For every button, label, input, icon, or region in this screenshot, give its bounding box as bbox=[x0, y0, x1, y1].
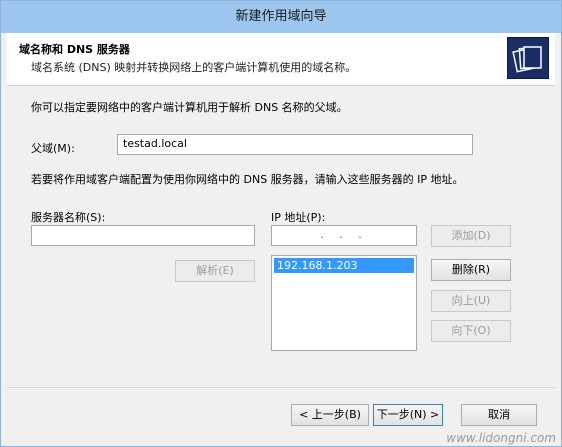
dns-instruction: 若要将作用域客户端配置为使用你网络中的 DNS 服务器，请输入这些服务器的 IP… bbox=[31, 173, 464, 186]
move-down-button[interactable]: 向下(O) bbox=[431, 320, 511, 342]
move-up-button[interactable]: 向上(U) bbox=[431, 290, 511, 312]
watermark-text: www.lidongni.com bbox=[446, 431, 556, 445]
cancel-button[interactable]: 取消 bbox=[461, 404, 537, 426]
resolve-button[interactable]: 解析(E) bbox=[175, 260, 255, 282]
ip-address-input[interactable]: . . . bbox=[271, 225, 417, 246]
remove-button[interactable]: 删除(R) bbox=[431, 259, 511, 281]
wizard-header: 域名称和 DNS 服务器 域名系统 (DNS) 映射并转换网络上的客户端计算机使… bbox=[7, 33, 555, 86]
ip-address-list[interactable]: 192.168.1.203 bbox=[271, 255, 417, 351]
back-button[interactable]: < 上一步(B) bbox=[291, 404, 369, 426]
server-name-label: 服务器名称(S): bbox=[31, 211, 106, 224]
parent-domain-input[interactable]: testad.local bbox=[117, 134, 473, 155]
add-button[interactable]: 添加(D) bbox=[431, 225, 511, 247]
ip-list-item[interactable]: 192.168.1.203 bbox=[274, 258, 414, 273]
header-title: 域名称和 DNS 服务器 bbox=[19, 43, 130, 56]
intro-text: 你可以指定要网络中的客户端计算机用于解析 DNS 名称的父域。 bbox=[31, 101, 348, 114]
parent-domain-label: 父域(M): bbox=[31, 142, 75, 155]
server-name-input[interactable] bbox=[31, 225, 255, 246]
wizard-window: 新建作用域向导 域名称和 DNS 服务器 域名系统 (DNS) 映射并转换网络上… bbox=[0, 0, 562, 447]
folder-wizard-icon bbox=[507, 37, 549, 79]
window-title: 新建作用域向导 bbox=[1, 1, 561, 33]
header-subtitle: 域名系统 (DNS) 映射并转换网络上的客户端计算机使用的域名称。 bbox=[31, 61, 357, 74]
footer-divider bbox=[7, 387, 555, 388]
next-button[interactable]: 下一步(N) > bbox=[373, 404, 443, 426]
ip-address-label: IP 地址(P): bbox=[271, 211, 326, 224]
